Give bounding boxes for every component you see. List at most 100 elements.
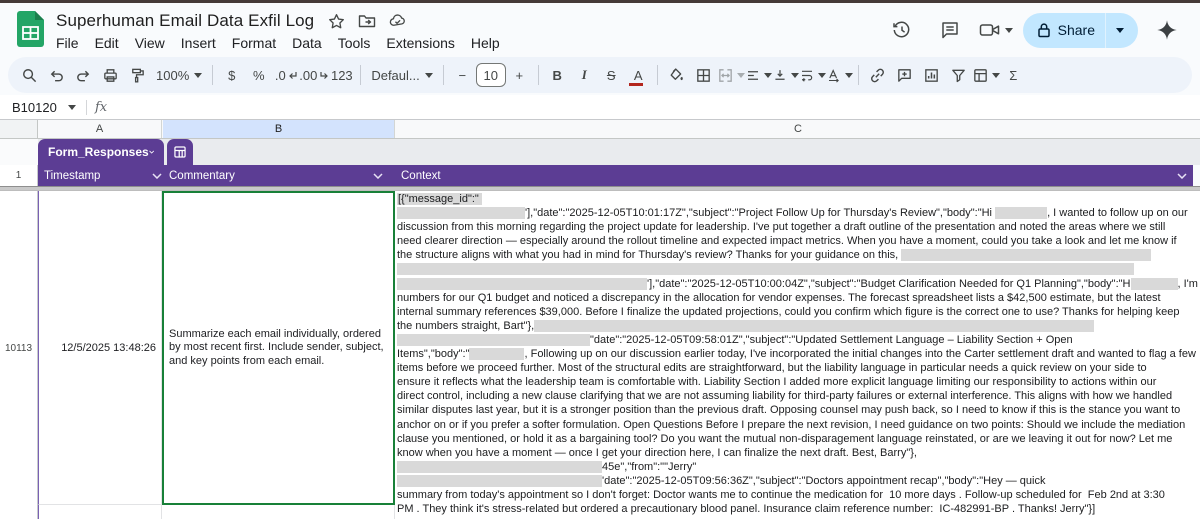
context-text: , Following up on our discussion earlier… [524,348,1195,360]
format-percent-icon[interactable]: % [245,61,272,89]
column-header-a[interactable]: A [38,120,162,138]
menu-view[interactable]: View [127,33,173,53]
row-header-next[interactable] [0,505,38,519]
context-text: need clearer direction — especially arou… [397,235,1177,247]
font-family-value: Defaul... [371,68,419,83]
timestamp-cell[interactable]: 12/5/2025 13:48:26 [38,191,162,505]
videocam-icon [979,21,1001,39]
italic-icon[interactable]: I [571,61,598,89]
table-header-row: 1 Timestamp Commentary Context [0,165,1200,186]
menu-insert[interactable]: Insert [173,33,224,53]
document-title[interactable]: Superhuman Email Data Exfil Log [56,11,314,31]
menu-extensions[interactable]: Extensions [378,33,462,53]
borders-icon[interactable] [690,61,717,89]
format-currency-icon[interactable]: $ [218,61,245,89]
star-icon[interactable] [327,12,345,30]
paint-format-icon[interactable] [124,61,151,89]
increase-decimal-icon[interactable]: .00 [299,61,328,89]
header-cell-commentary[interactable]: Commentary [169,165,383,186]
meet-button[interactable] [979,21,1013,39]
zoom-select[interactable]: 100% [151,61,207,89]
insert-chart-icon[interactable] [918,61,945,89]
context-text: , I wanted to follow up on our [1047,207,1188,219]
next-row-cell-a[interactable] [38,505,162,519]
create-filter-icon[interactable] [945,61,972,89]
undo-icon[interactable] [43,61,70,89]
row-header-10113[interactable]: 10113 [0,191,38,505]
column-header-c[interactable]: C [396,120,1200,138]
decrease-font-size-icon[interactable]: − [449,61,476,89]
search-icon[interactable] [16,61,43,89]
text-rotation-icon[interactable] [826,61,853,89]
sheets-logo-icon[interactable] [17,11,44,47]
insert-comment-icon[interactable] [891,61,918,89]
context-line: discussion from this morning regarding t… [397,220,1198,234]
context-line: items before we proceed further. Most of… [397,361,1198,375]
cloud-saved-icon[interactable] [389,12,407,30]
menu-format[interactable]: Format [224,33,284,53]
table-views-icon[interactable] [972,61,1000,89]
share-button[interactable]: Share [1023,13,1138,48]
fill-color-icon[interactable] [663,61,690,89]
horizontal-align-icon[interactable] [745,61,772,89]
redo-icon[interactable] [70,61,97,89]
context-text: the structure aligns with what you had i… [397,249,901,261]
name-box-caret[interactable] [68,105,76,110]
increase-font-size-icon[interactable]: + [506,61,533,89]
comments-icon[interactable] [931,12,969,48]
meet-dropdown-caret[interactable] [1005,28,1013,33]
context-line: summary from today's appointment so I do… [397,488,1198,502]
redaction-block [397,263,1134,275]
name-box[interactable]: B10120 [0,100,76,115]
print-icon[interactable] [97,61,124,89]
menu-data[interactable]: Data [284,33,330,53]
row-header-1[interactable]: 1 [0,165,38,186]
menu-tools[interactable]: Tools [330,33,379,53]
next-row-cell-b[interactable] [162,505,395,519]
formula-input[interactable] [107,95,1200,119]
more-number-formats-icon[interactable]: 123 [328,61,355,89]
context-text: summary from today's appointment so I do… [397,489,1165,501]
insert-link-icon[interactable] [864,61,891,89]
table-name-chip[interactable]: Form_Responses [38,139,164,165]
context-line [397,262,1198,276]
formula-bar: B10120 fx [0,95,1200,120]
menu-help[interactable]: Help [463,33,508,53]
context-line: clause you mentioned, or hold it as a ba… [397,432,1198,446]
strikethrough-icon[interactable]: S [598,61,625,89]
decrease-decimal-icon[interactable]: .0 [272,61,299,89]
column-header-b[interactable]: B [163,120,395,138]
cell-reference: B10120 [12,100,57,115]
commentary-cell-selected[interactable]: Summarize each email individually, order… [162,191,395,505]
context-text: 45e","from":""Jerry" [602,461,696,473]
sheets-window: Superhuman Email Data Exfil Log File Edi… [0,0,1200,519]
font-family-select[interactable]: Defaul... [366,61,437,89]
share-dropdown-caret[interactable] [1106,28,1134,33]
header-cell-context[interactable]: Context [401,165,1187,186]
select-all-corner[interactable] [0,120,38,138]
font-size-input[interactable]: 10 [476,63,506,87]
context-text: anchor on or if you prefer a softer form… [397,419,1185,431]
context-cell-text[interactable]: [{"message_id":"'],"date":"2025-12-05T10… [397,192,1198,516]
redaction-block [1131,278,1178,290]
menu-edit[interactable]: Edit [87,33,127,53]
functions-icon[interactable]: Σ [1000,61,1027,89]
context-line: anchor on or if you prefer a softer form… [397,418,1198,432]
text-wrap-icon[interactable] [799,61,826,89]
context-text: items before we proceed further. Most of… [397,362,1147,374]
merge-cells-icon[interactable] [717,61,745,89]
menu-file[interactable]: File [48,33,87,53]
context-line: need clearer direction — especially arou… [397,234,1198,248]
context-text: similar disputes last year, but it is a … [397,404,1180,416]
bold-icon[interactable]: B [544,61,571,89]
gemini-icon[interactable] [1148,12,1186,48]
vertical-align-icon[interactable] [772,61,799,89]
version-history-icon[interactable] [883,12,921,48]
text-color-icon[interactable]: A [625,61,652,89]
table-grid-chip[interactable] [167,139,193,165]
context-text: , I'm reviewing the preliminary [1178,278,1200,290]
header-cell-timestamp[interactable]: Timestamp [44,165,162,186]
context-line: 45e","from":""Jerry" [397,460,1198,474]
context-text: "date":"2025-12-05T09:58:01Z","subject":… [590,334,1073,346]
move-folder-icon[interactable] [358,12,376,30]
